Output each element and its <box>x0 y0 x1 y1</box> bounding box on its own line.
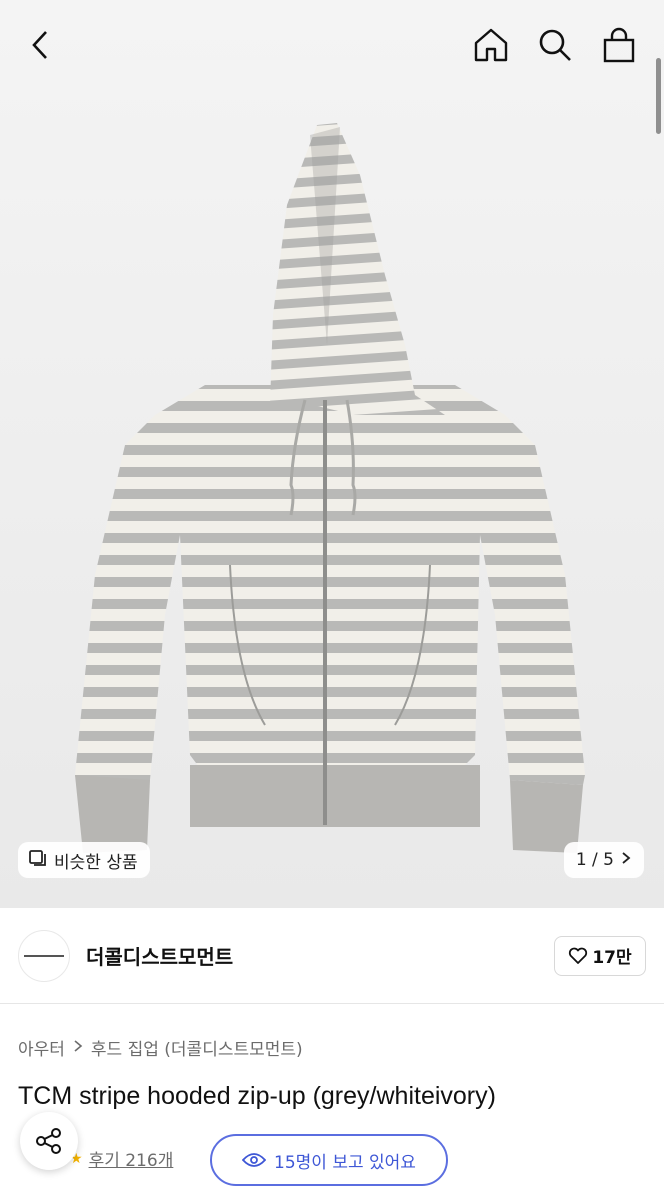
search-button[interactable] <box>536 26 574 64</box>
product-title: TCM stripe hooded zip-up (grey/whiteivor… <box>18 1082 496 1110</box>
shop-like-count: 17만 <box>592 948 632 968</box>
chevron-left-icon <box>32 31 47 59</box>
image-counter[interactable]: 1 / 5 <box>563 842 644 878</box>
shop-name[interactable]: 더콜디스트모먼트 <box>86 941 233 970</box>
reviews-link[interactable]: ★ 후기 216개 <box>70 1146 174 1172</box>
image-counter-text: 1 / 5 <box>575 850 614 870</box>
breadcrumb: 아우터 후드 집업 (더콜디스트모먼트) <box>18 1035 303 1060</box>
viewers-label: 15명이 보고 있어요 <box>274 1152 416 1173</box>
eye-icon <box>242 1153 267 1167</box>
share-button[interactable] <box>20 1112 78 1170</box>
chevron-right-icon <box>73 1038 83 1058</box>
shop-like-button[interactable]: 17만 <box>554 935 646 976</box>
share-icon <box>36 1128 61 1154</box>
top-navigation-bar <box>0 0 664 90</box>
copy-icon <box>28 848 48 873</box>
home-button[interactable] <box>472 26 510 64</box>
search-icon <box>539 29 571 61</box>
chevron-right-icon <box>620 850 632 870</box>
back-button[interactable] <box>22 27 58 63</box>
shopping-bag-icon <box>603 27 635 63</box>
reviews-count[interactable]: 후기 216개 <box>89 1146 174 1171</box>
product-image <box>75 123 585 853</box>
shop-logo[interactable] <box>18 929 70 982</box>
heart-icon <box>569 947 588 964</box>
cart-button[interactable] <box>600 26 638 64</box>
similar-products-button[interactable]: 비슷한 상품 <box>18 842 150 878</box>
viewers-badge[interactable]: 15명이 보고 있어요 <box>210 1134 448 1186</box>
breadcrumb-item-category[interactable]: 아우터 <box>18 1035 65 1060</box>
similar-products-label: 비슷한 상품 <box>54 852 138 873</box>
breadcrumb-item-subcategory[interactable]: 후드 집업 (더콜디스트모먼트) <box>91 1035 303 1060</box>
home-icon <box>474 28 508 62</box>
product-image-gallery[interactable]: 비슷한 상품 1 / 5 <box>0 0 664 908</box>
shop-row[interactable]: 더콜디스트모먼트 17만 <box>0 908 664 1004</box>
